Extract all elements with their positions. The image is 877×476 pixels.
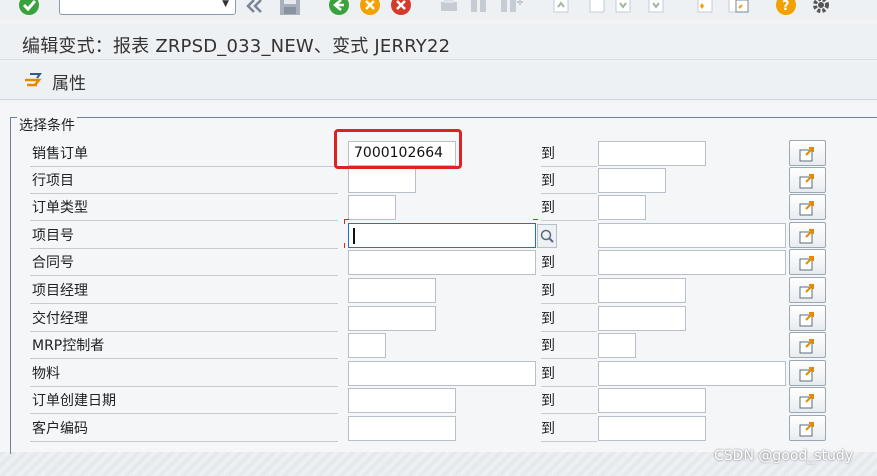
multiple-selection-button[interactable] [789, 194, 826, 220]
multiple-selection-icon [799, 201, 814, 216]
delivery-manager-high-input[interactable] [598, 306, 686, 331]
mrp-controller-high-input[interactable] [598, 333, 636, 358]
to-label: 到 [541, 389, 597, 414]
field-label-customer-code: 客户编码 [30, 417, 338, 442]
field-label-order-creation-date: 订单创建日期 [30, 389, 338, 414]
find-icon[interactable] [468, 0, 490, 14]
project-manager-low-input[interactable] [348, 278, 436, 303]
to-label: 到 [541, 362, 597, 387]
field-label-line-item: 行项目 [30, 169, 338, 194]
attributes-button[interactable]: 属性 [24, 70, 86, 94]
multiple-selection-button[interactable] [789, 387, 826, 413]
highlight-annotation [334, 129, 462, 169]
multiple-selection-icon [799, 312, 814, 327]
multiple-selection-icon [799, 147, 814, 162]
attributes-label: 属性 [52, 73, 86, 94]
multiple-selection-button[interactable] [789, 332, 826, 358]
chevron-down-icon[interactable]: ▼ [222, 0, 229, 9]
command-field[interactable]: ▼ [59, 0, 236, 15]
field-label-project-manager: 项目经理 [30, 279, 338, 304]
multiple-selection-button[interactable] [789, 249, 826, 275]
multiple-selection-icon [799, 422, 814, 437]
customer-code-high-input[interactable] [598, 416, 706, 441]
multiple-selection-button[interactable] [789, 305, 826, 331]
to-label: 到 [541, 169, 597, 194]
search-icon [540, 229, 554, 243]
order-creation-date-low-input[interactable] [348, 388, 456, 413]
delivery-manager-low-input[interactable] [348, 306, 436, 331]
order-type-high-input[interactable] [598, 195, 646, 220]
attributes-icon [25, 73, 42, 87]
field-label-sales-order: 销售订单 [30, 142, 338, 167]
settings-icon[interactable] [810, 0, 832, 16]
page-title: 编辑变式：报表 ZRPSD_033_NEW、变式 JERRY22 [22, 36, 451, 57]
mrp-controller-low-input[interactable] [348, 333, 386, 358]
to-label: 到 [541, 279, 597, 304]
multiple-selection-icon [799, 339, 814, 354]
text-cursor [353, 228, 355, 244]
multiple-selection-button[interactable] [789, 140, 826, 166]
field-label-delivery-manager: 交付经理 [30, 307, 338, 332]
multiple-selection-icon [799, 394, 814, 409]
focus-corner [344, 243, 349, 248]
material-high-input[interactable] [598, 361, 786, 386]
title-bar: 编辑变式：报表 ZRPSD_033_NEW、变式 JERRY22 [0, 24, 877, 60]
contract-number-low-input[interactable] [348, 250, 536, 275]
print-icon[interactable] [438, 0, 460, 14]
to-label: 到 [541, 307, 597, 332]
to-label: 到 [541, 334, 597, 359]
field-label-mrp-controller: MRP控制者 [30, 334, 338, 359]
multiple-selection-icon [799, 284, 814, 299]
focus-corner [344, 219, 349, 224]
material-low-input[interactable] [348, 361, 536, 386]
sales-order-high-input[interactable] [598, 141, 706, 166]
back-icon[interactable] [328, 0, 350, 16]
field-label-order-type: 订单类型 [30, 196, 338, 221]
project-number-low-input[interactable] [348, 223, 536, 248]
multiple-selection-button[interactable] [789, 415, 826, 441]
system-toolbar: ▼ ? [0, 0, 877, 20]
watermark: CSDN @good_study [714, 448, 854, 464]
help-icon[interactable]: ? [775, 0, 797, 16]
to-label: 到 [541, 142, 597, 167]
field-label-project-number: 项目号 [30, 224, 338, 249]
create-session-icon[interactable] [694, 0, 716, 14]
next-page-icon[interactable] [612, 0, 634, 14]
project-number-high-input[interactable] [598, 223, 786, 248]
group-title: 选择条件 [17, 115, 77, 135]
multiple-selection-button[interactable] [789, 277, 826, 303]
cancel-icon[interactable] [390, 0, 412, 16]
multiple-selection-button[interactable] [789, 167, 826, 193]
exit-icon[interactable] [359, 0, 381, 16]
order-type-low-input[interactable] [348, 195, 396, 220]
multiple-selection-icon [799, 174, 814, 189]
multiple-selection-button[interactable] [789, 222, 826, 248]
search-help-button[interactable] [537, 224, 557, 248]
multiple-selection-icon [799, 367, 814, 382]
project-manager-high-input[interactable] [598, 278, 686, 303]
order-creation-date-high-input[interactable] [598, 388, 706, 413]
multiple-selection-icon [799, 256, 814, 271]
to-label: 到 [541, 251, 597, 276]
to-label: 到 [541, 417, 597, 442]
field-label-contract-number: 合同号 [30, 251, 338, 276]
double-chevron-left-icon[interactable] [244, 0, 266, 14]
save-icon[interactable] [278, 0, 302, 16]
line-item-high-input[interactable] [598, 168, 666, 193]
find-next-icon[interactable] [498, 0, 524, 14]
line-item-low-input[interactable] [348, 168, 416, 193]
to-label: 到 [541, 196, 597, 221]
last-page-icon[interactable] [645, 0, 667, 14]
field-label-material: 物料 [30, 362, 338, 387]
first-page-icon[interactable] [550, 0, 572, 14]
multiple-selection-icon [799, 229, 814, 244]
contract-number-high-input[interactable] [598, 250, 786, 275]
shortcut-icon[interactable] [726, 0, 750, 14]
multiple-selection-button[interactable] [789, 360, 826, 386]
check-icon[interactable] [18, 0, 40, 16]
customer-code-low-input[interactable] [348, 416, 456, 441]
prev-page-icon[interactable] [586, 0, 608, 14]
application-toolbar: 属性 [0, 62, 877, 100]
svg-text:?: ? [782, 0, 790, 14]
